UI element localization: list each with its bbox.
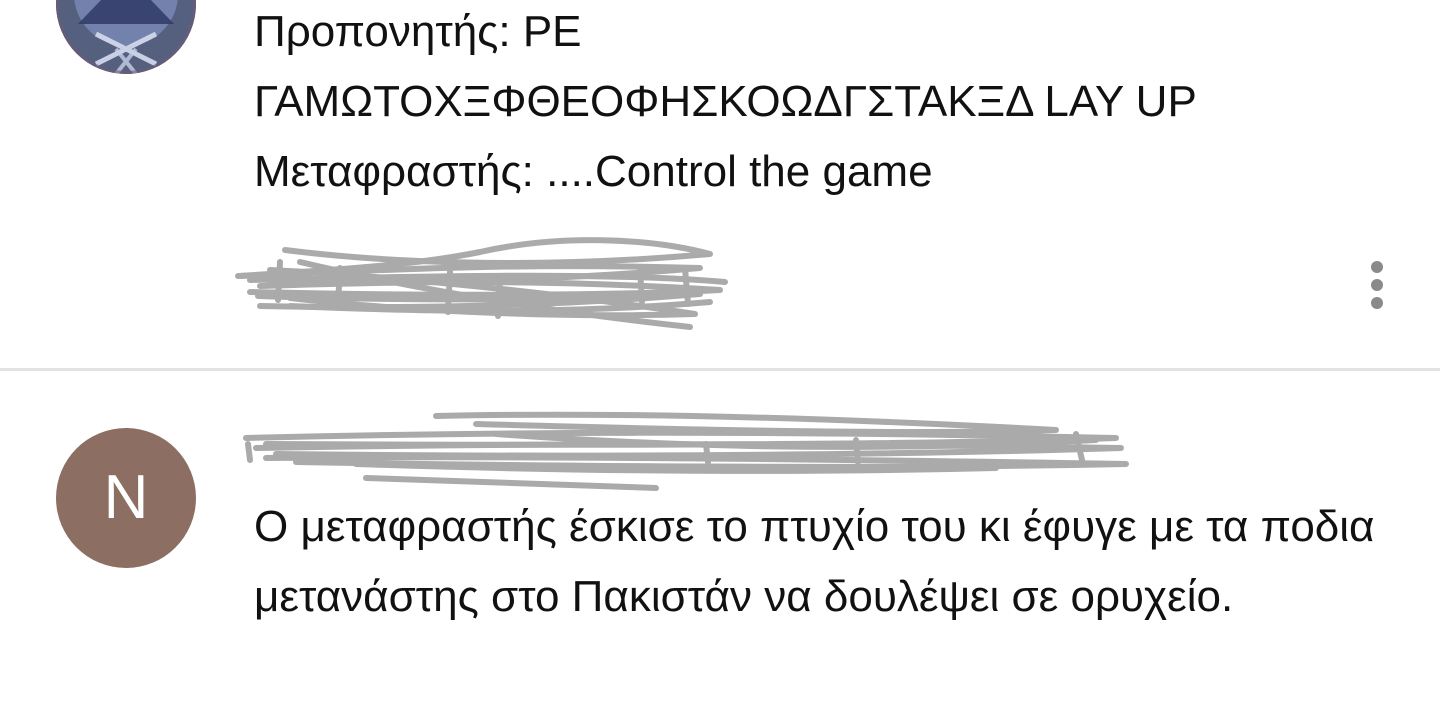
comment-item: Προπονητής: ΡΕ ΓΑΜΩΤΟΧΞΦΘΕΟΦΗΣΚΟΩΔΓΣΤΑΚΞ…	[0, 0, 1440, 368]
comments-screen: Προπονητής: ΡΕ ΓΑΜΩΤΟΧΞΦΘΕΟΦΗΣΚΟΩΔΓΣΤΑΚΞ…	[0, 0, 1440, 722]
user-avatar-image-icon	[56, 0, 196, 74]
more-vertical-icon[interactable]	[1352, 252, 1402, 318]
comment-text-line: Μεταφραστής: ....Control the game	[254, 147, 933, 196]
user-avatar-letter[interactable]: N	[56, 428, 196, 568]
comment-text-line: Προπονητής: ΡΕ	[254, 7, 582, 56]
redacted-author-scribble	[235, 237, 728, 330]
user-avatar[interactable]	[56, 0, 196, 74]
comment-body: Ο μεταφραστής έσκισε το πτυχίο του κι έφ…	[254, 502, 1375, 621]
comment-divider	[0, 368, 1440, 371]
comment-text-line: ΓΑΜΩΤΟΧΞΦΘΕΟΦΗΣΚΟΩΔΓΣΤΑΚΞΔ LAY UP	[254, 77, 1197, 126]
redacted-author-scribble	[243, 411, 1129, 491]
